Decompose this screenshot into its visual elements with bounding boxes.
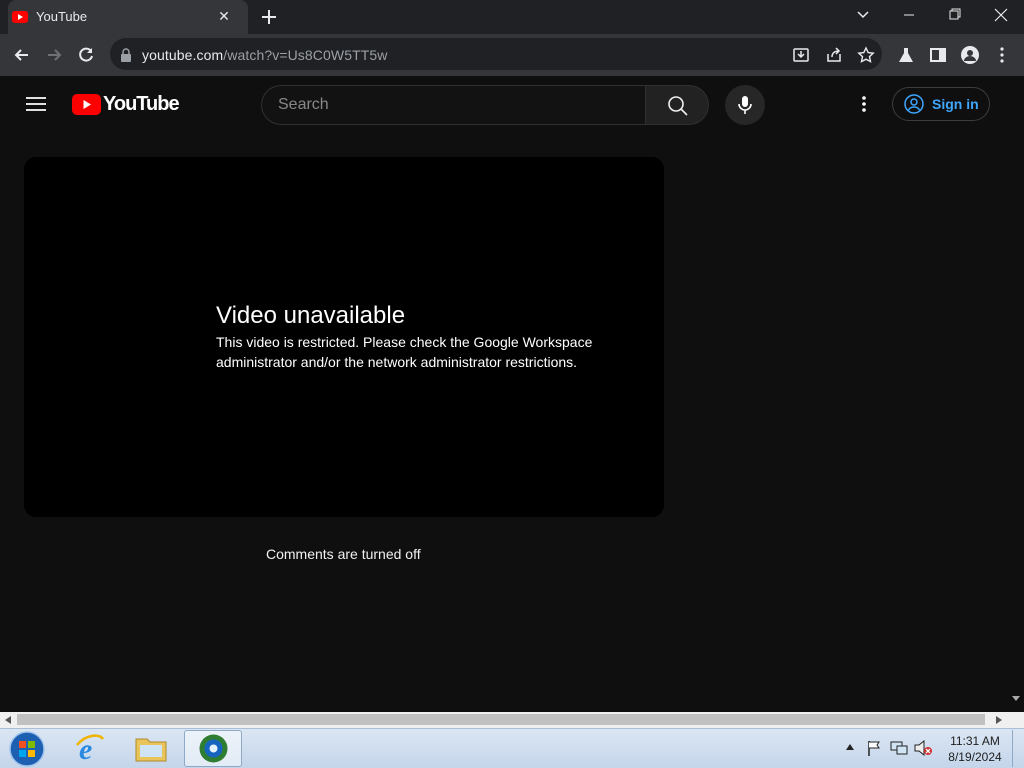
start-button-icon[interactable] [8,730,46,768]
error-title: Video unavailable [216,302,406,329]
account-circle-icon [904,94,924,114]
search-icon [668,96,688,116]
install-app-icon[interactable] [792,46,810,64]
minimize-icon[interactable] [886,0,932,30]
internet-explorer-icon[interactable]: e [74,731,106,765]
horizontal-scroll-thumb[interactable] [17,714,985,725]
tab-search-chevron-icon[interactable] [856,8,870,22]
file-explorer-icon[interactable] [134,733,168,763]
voice-search-button[interactable] [725,85,765,125]
back-arrow-icon[interactable] [12,45,32,65]
url-text: youtube.com/watch?v=Us8C0W5TT5w [142,47,387,63]
chrome-menu-icon[interactable] [994,45,1010,65]
microphone-icon [738,96,752,114]
show-hidden-icons-icon[interactable] [846,744,854,750]
side-panel-icon[interactable] [929,46,947,64]
system-clock[interactable]: 11:31 AM 8/19/2024 [940,733,1010,765]
window-close-icon[interactable] [978,0,1024,30]
vertical-scrollbar[interactable] [1008,76,1024,712]
network-icon[interactable] [890,740,908,756]
bookmark-star-icon[interactable] [857,46,875,64]
scroll-right-arrow-icon[interactable] [996,716,1002,724]
youtube-logo-text: YouTube [103,93,180,115]
tab-close-icon[interactable]: ✕ [216,8,232,24]
youtube-favicon-icon [12,11,28,23]
profile-icon[interactable] [960,45,980,65]
lock-icon[interactable] [120,48,132,62]
hamburger-menu-icon[interactable] [26,96,46,112]
action-center-flag-icon[interactable] [866,740,882,756]
scroll-down-arrow-icon[interactable] [1012,696,1020,702]
forward-arrow-icon[interactable] [44,45,64,65]
share-icon[interactable] [825,46,843,64]
taskbar-item-browser[interactable] [184,730,242,767]
reload-icon[interactable] [76,45,96,65]
tab-title: YouTube [36,9,88,24]
new-tab-icon[interactable] [258,6,280,28]
search-placeholder: Search [278,96,329,113]
error-message: This video is restricted. Please check t… [216,334,593,370]
youtube-logo-icon [72,94,101,115]
show-desktop-button[interactable] [1012,730,1023,767]
volume-muted-icon[interactable] [914,740,932,756]
sign-in-label: Sign in [932,96,979,112]
scrollbar-corner [1008,712,1024,728]
clock-date: 8/19/2024 [948,750,1002,764]
clock-time: 11:31 AM [950,734,1000,748]
browser-globe-icon [199,734,228,763]
url-path: /watch?v=Us8C0W5TT5w [223,47,388,63]
settings-more-icon[interactable] [856,94,872,114]
scroll-left-arrow-icon[interactable] [5,716,11,724]
search-button[interactable] [645,85,709,125]
url-host: youtube.com [142,47,224,63]
comments-status: Comments are turned off [266,546,421,562]
labs-flask-icon[interactable] [897,46,915,64]
restore-icon[interactable] [932,0,978,30]
